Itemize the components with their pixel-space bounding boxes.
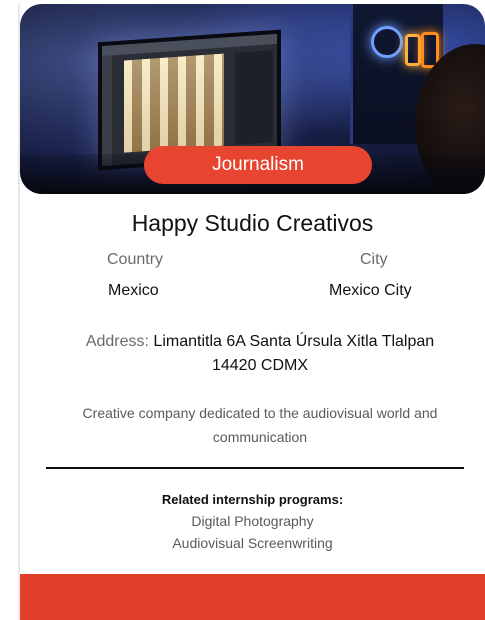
city-value: Mexico City <box>329 282 412 299</box>
related-program-item[interactable]: Audiovisual Screenwriting <box>20 532 485 554</box>
card-footer-bar[interactable] <box>20 574 485 620</box>
company-title: Happy Studio Creativos <box>131 210 374 236</box>
company-card: Journalism Happy Studio Creativos Countr… <box>18 4 485 620</box>
related-heading: Related internship programs: <box>161 492 344 507</box>
address-label: Address: <box>85 333 149 350</box>
company-description: Creative company dedicated to the audiov… <box>82 405 438 445</box>
related-programs: Related internship programs: Digital Pho… <box>20 490 485 554</box>
related-program-item[interactable]: Digital Photography <box>20 510 485 532</box>
city-label: City <box>360 251 388 268</box>
country-label: Country <box>107 251 164 268</box>
country-value: Mexico <box>108 282 159 299</box>
address: Address: Limantitla 6A Santa Úrsula Xitl… <box>80 330 440 378</box>
company-photo: Journalism <box>20 4 485 194</box>
category-tag[interactable]: Journalism <box>144 146 372 184</box>
address-value: Limantitla 6A Santa Úrsula Xitla Tlalpan… <box>153 333 435 374</box>
divider <box>46 467 464 469</box>
